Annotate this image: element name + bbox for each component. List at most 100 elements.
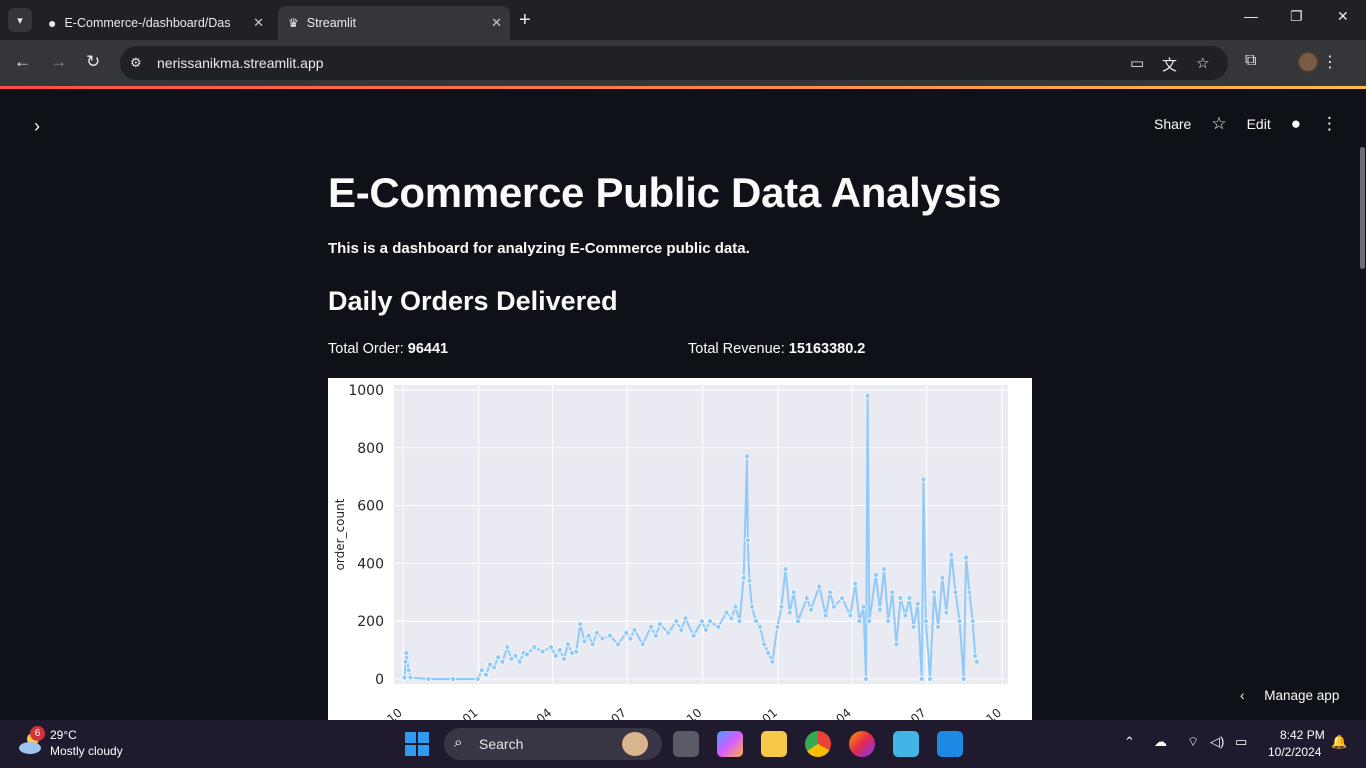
data-point [969, 618, 976, 625]
data-point [782, 566, 789, 573]
new-tab-button[interactable]: + [519, 9, 531, 32]
url-text[interactable]: nerissanikma.streamlit.app [157, 55, 324, 71]
data-point [960, 675, 967, 682]
search-icon: ⌕ [454, 734, 463, 751]
browser-tab-github[interactable]: ● E-Commerce-/dashboard/Dasb ✕ [38, 6, 272, 40]
file-explorer-icon[interactable] [761, 731, 787, 757]
address-bar[interactable]: ⚙ nerissanikma.streamlit.app ▭ 文 ☆ [120, 46, 1228, 80]
data-point [790, 589, 797, 596]
data-point [872, 571, 879, 578]
data-point [512, 652, 519, 659]
data-point [740, 574, 747, 581]
browser-menu-icon[interactable]: ⋮ [1322, 52, 1338, 72]
data-point [830, 603, 837, 610]
profile-avatar[interactable] [1297, 51, 1319, 73]
y-tick-label: 0 [375, 672, 384, 688]
x-tick-label: 2017-10 [657, 706, 704, 720]
forward-arrow-icon[interactable]: → [50, 52, 67, 72]
extensions-icon[interactable]: ⧉ [1245, 52, 1256, 70]
data-point [405, 667, 412, 674]
data-point [744, 537, 751, 544]
chevron-left-icon: ‹ [1240, 688, 1245, 703]
page-title: E-Commerce Public Data Analysis [328, 169, 1002, 216]
data-point [723, 609, 730, 616]
data-point [531, 644, 538, 651]
onedrive-cloud-icon[interactable]: ☁ [1154, 734, 1167, 750]
minimize-icon[interactable]: — [1244, 8, 1258, 24]
x-tick-label: 2017-01 [433, 706, 480, 720]
data-point [769, 658, 776, 665]
reload-icon[interactable]: ↻ [86, 52, 100, 72]
copilot-icon[interactable] [717, 731, 743, 757]
chevron-up-icon[interactable]: ⌃ [1124, 734, 1135, 750]
total-revenue-metric: Total Revenue: 15163380.2 [688, 341, 865, 357]
data-point [478, 667, 485, 674]
data-point [847, 612, 854, 619]
notepad-icon[interactable] [893, 731, 919, 757]
back-arrow-icon[interactable]: ← [14, 52, 31, 72]
close-icon[interactable]: ✕ [491, 15, 502, 31]
x-tick-label: 2017-07 [582, 706, 629, 720]
github-icon[interactable]: ● [1291, 114, 1301, 134]
data-point [816, 583, 823, 590]
wifi-icon[interactable]: ⌔ [1187, 734, 1199, 750]
site-settings-icon[interactable]: ⚙ [130, 55, 142, 71]
taskbar-search-label: Search [479, 736, 524, 752]
notification-bell-icon[interactable]: 🔔 [1331, 734, 1347, 750]
windows-start-icon[interactable] [405, 732, 429, 756]
close-icon[interactable]: ✕ [253, 15, 264, 31]
browser-toolbar: ← → ↻ ⚙ nerissanikma.streamlit.app ▭ 文 ☆… [0, 40, 1366, 86]
tab-search-button[interactable]: ▾ [8, 8, 32, 32]
data-point [678, 626, 685, 633]
total-revenue-label: Total Revenue: [688, 341, 785, 357]
translate-icon[interactable]: 文 [1162, 54, 1177, 75]
bookmark-star-icon[interactable]: ☆ [1196, 54, 1209, 72]
data-point [885, 618, 892, 625]
data-point [881, 566, 888, 573]
x-tick-label: 2018-10 [957, 706, 1004, 720]
data-point [803, 595, 810, 602]
clock-date[interactable]: 10/2/2024 [1268, 745, 1321, 759]
data-point [556, 647, 563, 654]
chrome-icon[interactable] [805, 731, 831, 757]
data-point [918, 675, 925, 682]
volume-icon[interactable]: ◁) [1210, 734, 1224, 750]
data-point [902, 612, 909, 619]
data-point [889, 589, 896, 596]
browser-tab-streamlit[interactable]: ♛ Streamlit ✕ [278, 6, 510, 40]
notification-badge: 6 [30, 726, 45, 741]
battery-icon[interactable]: ▭ [1235, 734, 1247, 750]
task-view-icon[interactable] [673, 731, 699, 757]
restore-icon[interactable]: ❐ [1290, 8, 1303, 25]
data-point [615, 641, 622, 648]
weather-temperature[interactable]: 29°C [50, 728, 77, 742]
vscode-icon[interactable] [937, 731, 963, 757]
manage-app-button[interactable]: ‹ Manage app [1240, 688, 1339, 703]
data-point [920, 476, 927, 483]
section-title: Daily Orders Delivered [328, 286, 618, 316]
scrollbar-thumb[interactable] [1360, 147, 1365, 269]
edit-button[interactable]: Edit [1247, 116, 1271, 132]
data-point [539, 648, 546, 655]
weather-condition[interactable]: Mostly cloudy [50, 744, 123, 758]
more-menu-icon[interactable]: ⋮ [1321, 114, 1338, 134]
data-point [952, 589, 959, 596]
data-point [862, 675, 869, 682]
data-point [864, 392, 871, 399]
data-point [589, 641, 596, 648]
close-window-icon[interactable]: ✕ [1337, 8, 1349, 25]
taskbar-search-box[interactable]: ⌕ Search [444, 728, 662, 760]
share-button[interactable]: Share [1154, 116, 1191, 132]
y-tick-label: 600 [357, 499, 384, 515]
star-icon[interactable]: ☆ [1211, 114, 1226, 134]
chevron-right-icon[interactable]: › [34, 116, 40, 137]
data-point [639, 641, 646, 648]
firefox-icon[interactable] [849, 731, 875, 757]
data-point [966, 589, 973, 596]
data-point [623, 629, 630, 636]
clock-time[interactable]: 8:42 PM [1280, 728, 1325, 742]
data-point [698, 618, 705, 625]
install-app-icon[interactable]: ▭ [1130, 54, 1144, 72]
data-point [407, 674, 414, 681]
data-point [774, 623, 781, 630]
